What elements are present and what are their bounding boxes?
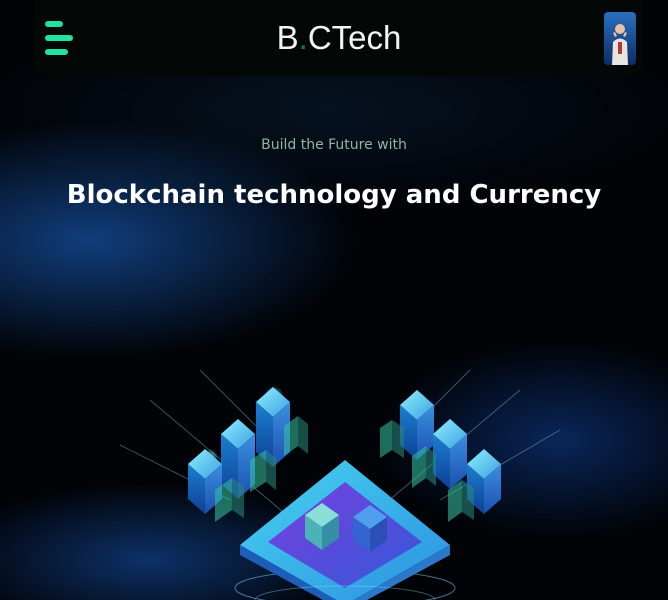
brand-text-right: CTech: [307, 19, 402, 56]
brand-text-left: B: [276, 19, 299, 56]
hero-headline: Blockchain technology and Currency: [66, 180, 602, 210]
brand-dot: .: [298, 19, 308, 56]
hero-tagline: Build the Future with: [261, 137, 407, 153]
brand-logo[interactable]: B.CTech: [35, 18, 643, 58]
blockchain-network-illustration: [119, 369, 561, 600]
navbar: B.CTech: [35, 0, 643, 76]
profile-avatar[interactable]: [604, 12, 636, 65]
page: B.CTech Build the Future with Blockchain…: [0, 0, 668, 600]
tower-right-mid: [433, 419, 467, 489]
avatar-image: [604, 12, 636, 65]
